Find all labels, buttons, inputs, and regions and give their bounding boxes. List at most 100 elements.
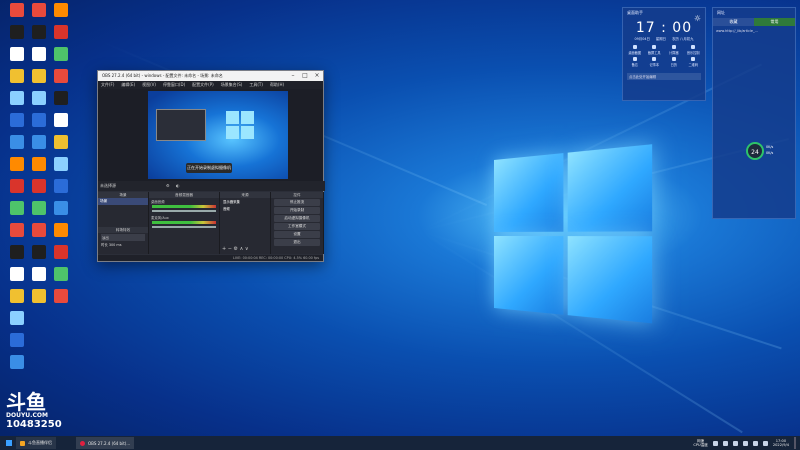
desktop-shortcut-icon[interactable]: [10, 3, 24, 17]
desktop-shortcut-icon[interactable]: [54, 267, 68, 281]
desktop-shortcut-icon[interactable]: [32, 3, 46, 17]
filter-icon[interactable]: ◐: [176, 181, 180, 191]
net-widget[interactable]: 24 0K/s 0K/s: [746, 142, 794, 160]
obs-titlebar[interactable]: OBS 27.2.4 (64 bit) - windows - 配置文件: 未命…: [98, 71, 323, 81]
taskbar-app-douyu[interactable]: 斗鱼直播伴侣: [16, 437, 56, 449]
tray-icon-1[interactable]: [712, 440, 718, 446]
mixer-mic-slider[interactable]: [152, 226, 216, 228]
desktop-shortcut-icon[interactable]: [10, 179, 24, 193]
desktop-shortcut-icon[interactable]: [32, 69, 46, 83]
desktop-shortcut-icon[interactable]: [54, 135, 68, 149]
obs-preview[interactable]: 正在开始录制虚拟摄像机: [98, 89, 323, 181]
desktop-shortcut-icon[interactable]: [10, 69, 24, 83]
desktop-shortcut-icon[interactable]: [32, 289, 46, 303]
menu-view[interactable]: 视图(V): [142, 82, 156, 88]
desktop-shortcut-icon[interactable]: [32, 47, 46, 61]
mixer-desktop-slider[interactable]: [152, 210, 216, 212]
desktop-shortcut-icon[interactable]: [54, 113, 68, 127]
desktop-shortcut-icon[interactable]: [32, 25, 46, 39]
settings-button[interactable]: 设置: [274, 231, 320, 238]
minimize-icon[interactable]: –: [287, 71, 299, 81]
studio-mode-button[interactable]: 工作室模式: [274, 223, 320, 230]
desktop-shortcut-icon[interactable]: [10, 135, 24, 149]
desktop-shortcut-icon[interactable]: [32, 135, 46, 149]
desktop-shortcut-icon[interactable]: [54, 245, 68, 259]
taskbar-clock[interactable]: 17:00 2022/9/4: [773, 439, 789, 447]
maximize-icon[interactable]: □: [299, 71, 311, 81]
source-item-display[interactable]: 显示器采集: [220, 198, 270, 205]
desktop-shortcut-icon[interactable]: [54, 201, 68, 215]
stop-streaming-button[interactable]: 停止推流: [274, 199, 320, 206]
desktop-shortcut-icon[interactable]: [10, 25, 24, 39]
tool-music[interactable]: 音乐控制: [684, 45, 704, 55]
tool-calendar[interactable]: 日历: [664, 57, 684, 67]
desktop-shortcut-icon[interactable]: [10, 47, 24, 61]
desktop-shortcut-icon[interactable]: [10, 289, 24, 303]
source-add-remove[interactable]: + − ⚙ ∧ ∨: [222, 246, 249, 252]
desktop-shortcut-icon[interactable]: [10, 267, 24, 281]
desktop-shortcut-icon[interactable]: [10, 333, 24, 347]
gear-icon[interactable]: ⚙: [166, 181, 170, 191]
desktop-shortcut-icon[interactable]: [32, 201, 46, 215]
desktop-shortcut-icon[interactable]: [32, 91, 46, 105]
edit-field[interactable]: 点击此处开始编辑: [627, 73, 701, 80]
tab-frequent[interactable]: 常用: [754, 18, 795, 26]
tool-qrcode[interactable]: 二维码: [684, 57, 704, 67]
obs-window[interactable]: OBS 27.2.4 (64 bit) - windows - 配置文件: 未命…: [97, 70, 325, 262]
start-button[interactable]: [2, 437, 16, 449]
menu-file[interactable]: 文件(F): [101, 82, 114, 88]
desktop-shortcut-icon[interactable]: [32, 267, 46, 281]
desktop-shortcut-icon[interactable]: [32, 223, 46, 237]
sun-icon[interactable]: ☼: [694, 14, 701, 23]
transition-select[interactable]: 淡出: [101, 234, 145, 241]
desktop-shortcut-icon[interactable]: [32, 179, 46, 193]
menu-edit[interactable]: 编辑(E): [121, 82, 135, 88]
desktop-shortcut-icon[interactable]: [54, 69, 68, 83]
desktop-shortcut-icon[interactable]: [54, 25, 68, 39]
start-virtual-camera-button[interactable]: 启动虚拟摄像机: [274, 215, 320, 222]
desktop-shortcut-icon[interactable]: [54, 47, 68, 61]
desktop-shortcut-icon[interactable]: [32, 245, 46, 259]
menu-docks[interactable]: 停靠窗口(D): [163, 82, 185, 88]
tray-icon-3[interactable]: [732, 440, 738, 446]
speaker-icon[interactable]: [752, 440, 758, 446]
desktop-shortcut-icon[interactable]: [10, 113, 24, 127]
menu-scene-collection[interactable]: 场景集合(S): [221, 82, 243, 88]
desktop-shortcut-icon[interactable]: [54, 223, 68, 237]
taskbar-app-obs[interactable]: OBS 27.2.4 (64 bit)...: [76, 437, 135, 449]
tool-calculator[interactable]: 计算器: [664, 45, 684, 55]
transition-duration[interactable]: 时长 300 ms: [101, 242, 145, 247]
desktop-shortcut-icon[interactable]: [10, 223, 24, 237]
desktop-shortcut-icon[interactable]: [10, 355, 24, 369]
desktop-shortcut-icon[interactable]: [54, 3, 68, 17]
url-item[interactable]: www.http://_lib/article_...: [713, 26, 795, 36]
tray-icon-2[interactable]: [722, 440, 728, 446]
tool-memo[interactable]: 备忘: [625, 57, 645, 67]
show-desktop-button[interactable]: [794, 437, 796, 449]
desktop-shortcut-icon[interactable]: [10, 311, 24, 325]
desktop-shortcut-icon[interactable]: [32, 113, 46, 127]
desktop-shortcut-icon[interactable]: [54, 157, 68, 171]
close-icon[interactable]: ×: [311, 71, 323, 81]
source-item-audio[interactable]: 音频: [220, 205, 270, 212]
exit-button[interactable]: 退出: [274, 239, 320, 246]
desktop-shortcut-icon[interactable]: [54, 289, 68, 303]
network-icon[interactable]: [762, 440, 768, 446]
tool-screenshot[interactable]: 桌面截图: [625, 45, 645, 55]
tab-favorites[interactable]: 收藏: [713, 18, 754, 26]
desktop-shortcut-icon[interactable]: [10, 157, 24, 171]
menu-profile[interactable]: 配置文件(P): [192, 82, 214, 88]
desktop-shortcut-icon[interactable]: [54, 91, 68, 105]
desktop-shortcut-icon[interactable]: [10, 91, 24, 105]
menu-tools[interactable]: 工具(T): [249, 82, 263, 88]
desktop-shortcut-icon[interactable]: [10, 245, 24, 259]
desktop-shortcut-icon[interactable]: [10, 201, 24, 215]
start-recording-button[interactable]: 开始录制: [274, 207, 320, 214]
tool-capture[interactable]: 截屏工具: [645, 45, 665, 55]
tray-icon-4[interactable]: [742, 440, 748, 446]
menu-help[interactable]: 帮助(H): [270, 82, 284, 88]
desktop-shortcut-icon[interactable]: [32, 157, 46, 171]
scene-item[interactable]: 场景: [98, 198, 148, 205]
desktop-shortcut-icon[interactable]: [54, 179, 68, 193]
tool-notepad[interactable]: 记事本: [645, 57, 665, 67]
